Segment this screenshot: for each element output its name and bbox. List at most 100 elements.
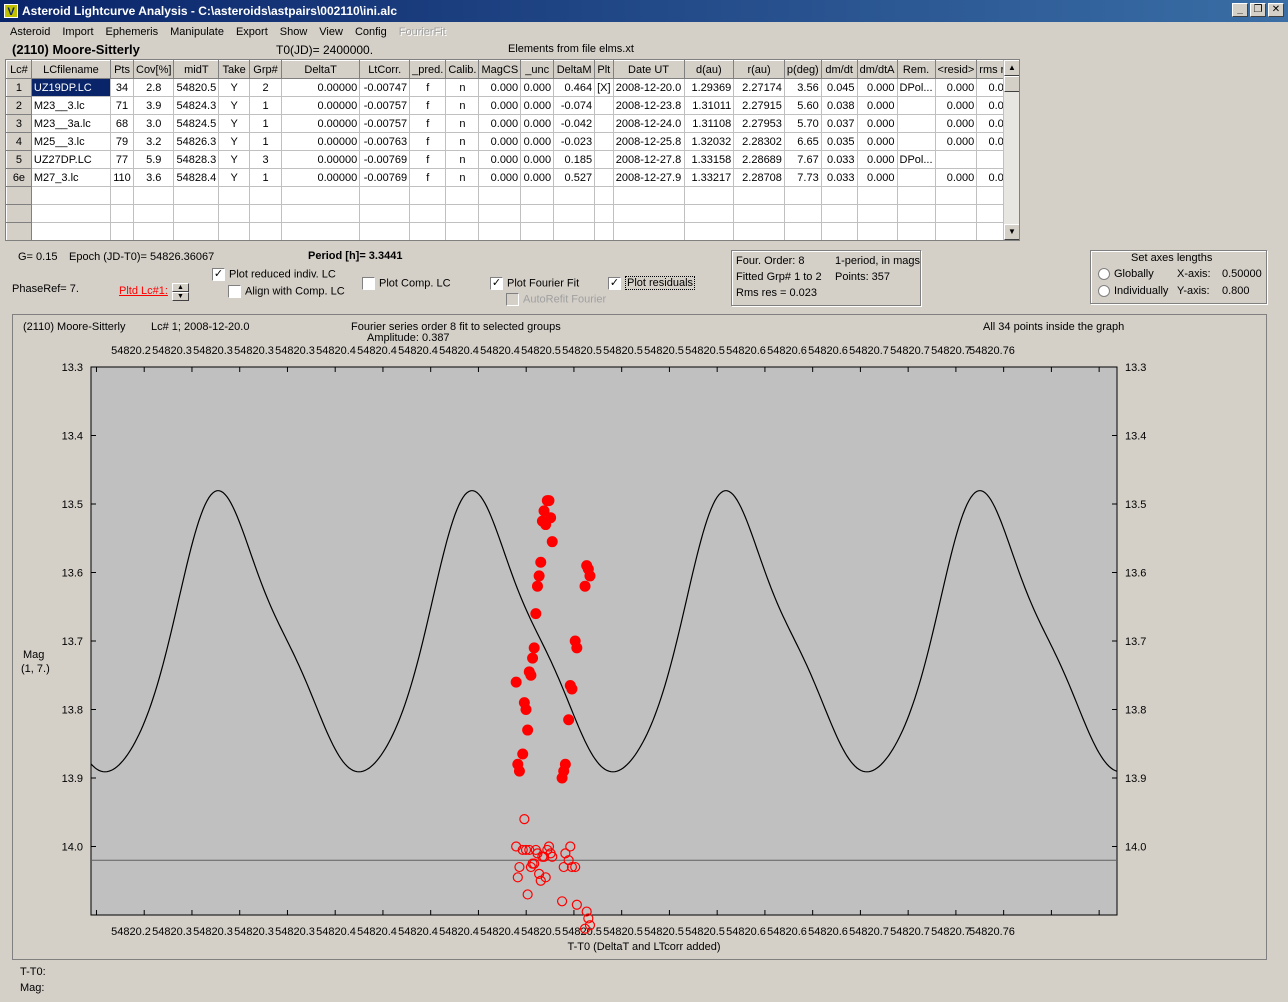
- table-cell[interactable]: [594, 150, 614, 169]
- table-cell[interactable]: [594, 132, 614, 151]
- table-cell[interactable]: [857, 204, 898, 223]
- checkbox-plot-reduced[interactable]: ✓: [212, 268, 225, 281]
- table-cell[interactable]: [520, 222, 555, 240]
- column-header[interactable]: <resid>: [934, 60, 978, 79]
- radio-globally-icon[interactable]: [1098, 268, 1110, 281]
- restore-icon[interactable]: ❐: [1250, 3, 1266, 17]
- lightcurve-plot-panel[interactable]: (2110) Moore-Sitterly Lc# 1; 2008-12-20.0…: [12, 314, 1267, 960]
- checkbox-align-comp[interactable]: [228, 285, 241, 298]
- table-cell[interactable]: DPol...: [897, 78, 936, 97]
- table-row[interactable]: 2 M23__3.lc 71 3.9 54824.3 Y 1 0.00000 -0.00757 f…: [6, 96, 1019, 115]
- column-header[interactable]: LtCorr.: [359, 60, 411, 79]
- table-cell[interactable]: 1: [249, 114, 282, 133]
- table-cell[interactable]: 0.000: [478, 96, 522, 115]
- scroll-up-icon[interactable]: ▲: [1004, 60, 1019, 76]
- table-cell[interactable]: 4: [6, 132, 32, 151]
- table-cell[interactable]: f: [409, 96, 447, 115]
- table-cell[interactable]: [935, 150, 978, 169]
- table-cell[interactable]: [359, 222, 411, 240]
- table-cell[interactable]: [173, 204, 220, 223]
- table-cell[interactable]: 0.000: [857, 96, 898, 115]
- table-cell[interactable]: 7.67: [784, 150, 822, 169]
- table-cell[interactable]: [6, 186, 32, 205]
- table-cell[interactable]: [594, 114, 614, 133]
- table-cell[interactable]: n: [445, 132, 480, 151]
- menu-manipulate[interactable]: Manipulate: [164, 26, 230, 38]
- table-cell[interactable]: 54828.3: [173, 150, 220, 169]
- table-cell[interactable]: [249, 204, 282, 223]
- column-header[interactable]: MagCS: [478, 60, 522, 79]
- table-cell[interactable]: [218, 204, 251, 223]
- table-cell[interactable]: [478, 222, 522, 240]
- table-cell[interactable]: [784, 222, 822, 240]
- table-cell[interactable]: 0.000: [478, 168, 522, 187]
- pltd-lc-link[interactable]: Pltd Lc#1:: [119, 285, 168, 297]
- table-cell[interactable]: [613, 222, 685, 240]
- column-header[interactable]: DeltaT: [280, 60, 361, 79]
- table-cell[interactable]: 5.9: [133, 150, 175, 169]
- table-cell[interactable]: [784, 186, 822, 205]
- table-cell[interactable]: M25__3.lc: [31, 132, 112, 151]
- column-header[interactable]: _unc: [520, 60, 555, 79]
- table-cell[interactable]: 2.28708: [733, 168, 785, 187]
- table-cell[interactable]: [6, 204, 32, 223]
- table-cell[interactable]: DPol...: [897, 150, 936, 169]
- table-cell[interactable]: [684, 222, 735, 240]
- column-header[interactable]: Grp#: [249, 60, 282, 79]
- table-cell[interactable]: 1.33158: [684, 150, 735, 169]
- column-header[interactable]: DeltaM: [553, 60, 596, 79]
- menu-config[interactable]: Config: [349, 26, 393, 38]
- table-cell[interactable]: -0.00769: [359, 150, 411, 169]
- table-cell[interactable]: [733, 204, 785, 223]
- table-cell[interactable]: [218, 222, 251, 240]
- table-cell[interactable]: 2: [6, 96, 32, 115]
- column-header[interactable]: Cov[%]: [132, 60, 175, 79]
- table-cell[interactable]: 2.27174: [733, 78, 785, 97]
- table-cell[interactable]: 0.000: [935, 96, 978, 115]
- table-cell[interactable]: [281, 186, 361, 205]
- table-cell[interactable]: 0.035: [821, 132, 858, 151]
- table-cell[interactable]: [821, 186, 858, 205]
- table-cell[interactable]: 54824.5: [173, 114, 220, 133]
- column-header[interactable]: d(au): [683, 60, 735, 79]
- table-cell[interactable]: [110, 204, 134, 223]
- table-cell[interactable]: n: [445, 150, 480, 169]
- table-cell[interactable]: 0.00000: [281, 168, 361, 187]
- table-cell[interactable]: 0.000: [935, 132, 978, 151]
- table-cell[interactable]: 71: [110, 96, 134, 115]
- table-row[interactable]: 5 UZ27DP.LC 77 5.9 54828.3 Y 3 0.00000 -0.00769 f…: [6, 150, 1019, 169]
- table-cell[interactable]: 2008-12-27.9: [613, 168, 685, 187]
- table-cell[interactable]: [133, 222, 175, 240]
- table-cell[interactable]: 0.045: [821, 78, 858, 97]
- menu-asteroid[interactable]: Asteroid: [4, 26, 56, 38]
- table-cell[interactable]: 5: [6, 150, 32, 169]
- table-cell[interactable]: 0.000: [520, 114, 555, 133]
- table-cell[interactable]: [594, 222, 614, 240]
- table-cell[interactable]: [594, 168, 614, 187]
- spin-down-icon[interactable]: ▼: [172, 292, 189, 301]
- table-cell[interactable]: Y: [218, 114, 251, 133]
- table-cell[interactable]: [281, 222, 361, 240]
- table-cell[interactable]: 3.9: [133, 96, 175, 115]
- table-cell[interactable]: [110, 222, 134, 240]
- table-cell[interactable]: 68: [110, 114, 134, 133]
- table-cell[interactable]: f: [409, 78, 447, 97]
- table-cell[interactable]: f: [409, 132, 447, 151]
- table-cell[interactable]: 0.000: [935, 78, 978, 97]
- checkbox-plot-residuals[interactable]: ✓: [608, 277, 621, 290]
- table-cell[interactable]: -0.042: [553, 114, 596, 133]
- x-axis-value[interactable]: 0.50000: [1222, 268, 1262, 280]
- table-cell[interactable]: 0.000: [478, 132, 522, 151]
- table-cell[interactable]: 2008-12-20.0: [613, 78, 685, 97]
- table-cell[interactable]: 0.185: [553, 150, 596, 169]
- menu-show[interactable]: Show: [274, 26, 314, 38]
- table-cell[interactable]: [733, 186, 785, 205]
- table-cell[interactable]: [613, 204, 685, 223]
- table-cell[interactable]: [613, 186, 685, 205]
- table-cell[interactable]: 1.32032: [684, 132, 735, 151]
- table-cell[interactable]: [173, 186, 220, 205]
- column-header[interactable]: Take: [218, 60, 251, 79]
- table-cell[interactable]: [821, 204, 858, 223]
- table-cell[interactable]: 3: [249, 150, 282, 169]
- table-cell[interactable]: 54820.5: [173, 78, 220, 97]
